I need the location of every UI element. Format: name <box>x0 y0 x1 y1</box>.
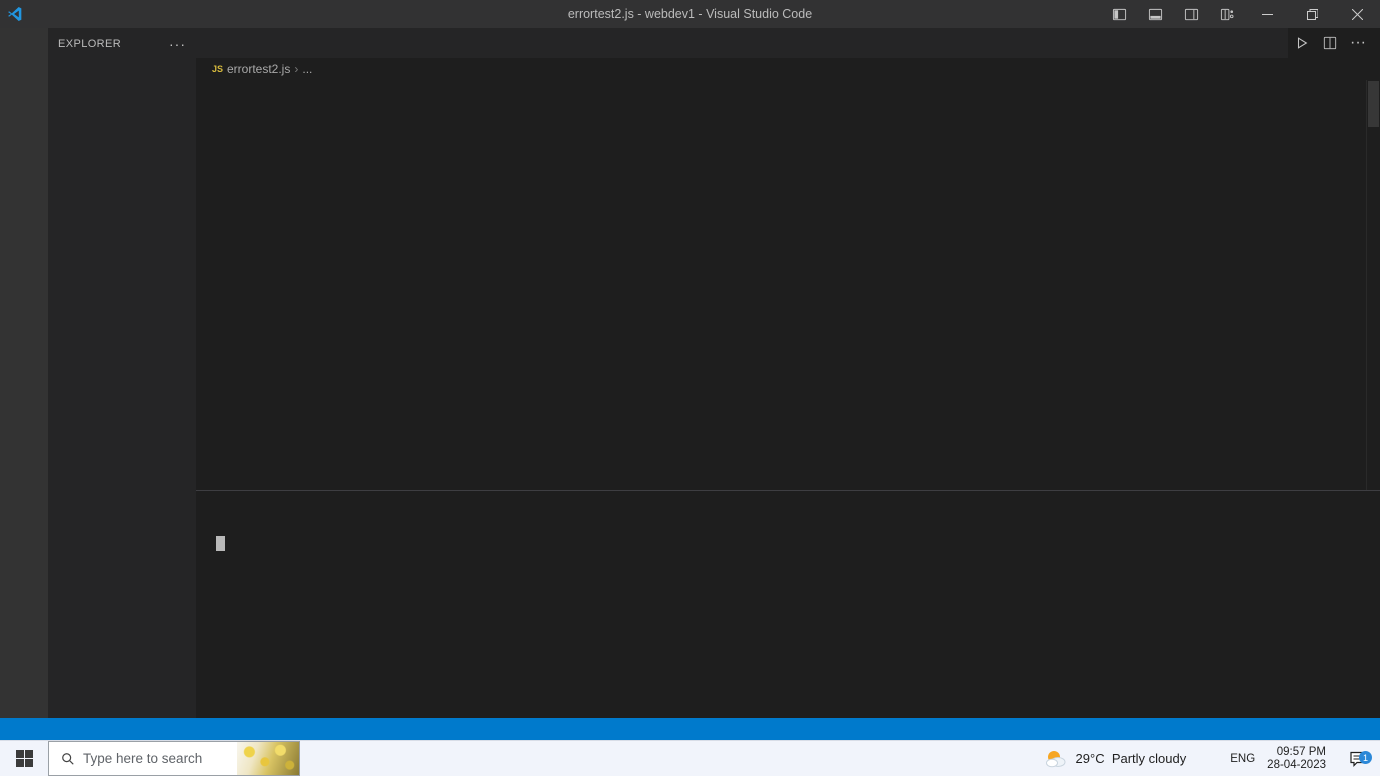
terminal-output[interactable] <box>196 525 1268 718</box>
window-title: errortest2.js - webdev1 - Visual Studio … <box>568 7 812 21</box>
status-bar <box>0 718 1380 740</box>
minimize-button[interactable] <box>1245 0 1290 28</box>
breadcrumb-more[interactable]: ... <box>302 62 312 76</box>
search-placeholder: Type here to search <box>83 751 202 766</box>
explorer-header: EXPLORER <box>58 38 121 50</box>
explorer-sidebar: EXPLORER ··· <box>48 28 196 718</box>
breadcrumb[interactable]: JS errortest2.js › ... <box>196 58 1380 80</box>
customize-layout-icon[interactable] <box>1209 0 1245 28</box>
code-editor[interactable] <box>196 80 1380 490</box>
vscode-logo-icon <box>0 6 30 22</box>
taskbar-clock[interactable]: 09:57 PM 28-04-2023 <box>1267 746 1326 772</box>
clock-time: 09:57 PM <box>1267 746 1326 759</box>
editor-scrollbar[interactable] <box>1366 80 1380 490</box>
start-button[interactable] <box>0 741 48 776</box>
split-editor-icon[interactable] <box>1316 28 1344 58</box>
explorer-actions-icon[interactable]: ··· <box>169 36 186 52</box>
notification-badge: 1 <box>1359 751 1372 764</box>
close-button[interactable] <box>1335 0 1380 28</box>
more-actions-icon[interactable]: ··· <box>1344 28 1372 58</box>
restore-button[interactable] <box>1290 0 1335 28</box>
language-indicator[interactable]: ENG <box>1230 753 1255 765</box>
windows-taskbar: Type here to search 29°C Partly cloudy E… <box>0 740 1380 776</box>
clock-date: 28-04-2023 <box>1267 759 1326 772</box>
title-bar: errortest2.js - webdev1 - Visual Studio … <box>0 0 1380 28</box>
layout-panel-icon[interactable] <box>1137 0 1173 28</box>
js-file-icon: JS <box>210 64 225 74</box>
search-icon <box>61 752 75 766</box>
search-box-image <box>237 742 299 775</box>
tab-bar: ··· <box>196 28 1380 58</box>
run-file-icon[interactable] <box>1288 28 1316 58</box>
layout-secondary-sidebar-icon[interactable] <box>1173 0 1209 28</box>
layout-sidebar-icon[interactable] <box>1101 0 1137 28</box>
chevron-right-icon: › <box>294 62 298 76</box>
breadcrumb-file[interactable]: errortest2.js <box>227 62 290 76</box>
activity-bar <box>0 28 48 718</box>
weather-icon <box>1044 748 1068 770</box>
taskbar-search-input[interactable]: Type here to search <box>48 741 300 776</box>
taskbar-weather[interactable]: 29°C Partly cloudy <box>1044 748 1187 770</box>
weather-temp: 29°C <box>1076 751 1105 766</box>
bottom-panel <box>196 490 1380 718</box>
terminal-cursor <box>216 536 225 551</box>
notification-center-icon[interactable]: 1 <box>1340 750 1374 767</box>
terminal-list <box>1268 525 1380 718</box>
weather-desc: Partly cloudy <box>1112 751 1186 766</box>
